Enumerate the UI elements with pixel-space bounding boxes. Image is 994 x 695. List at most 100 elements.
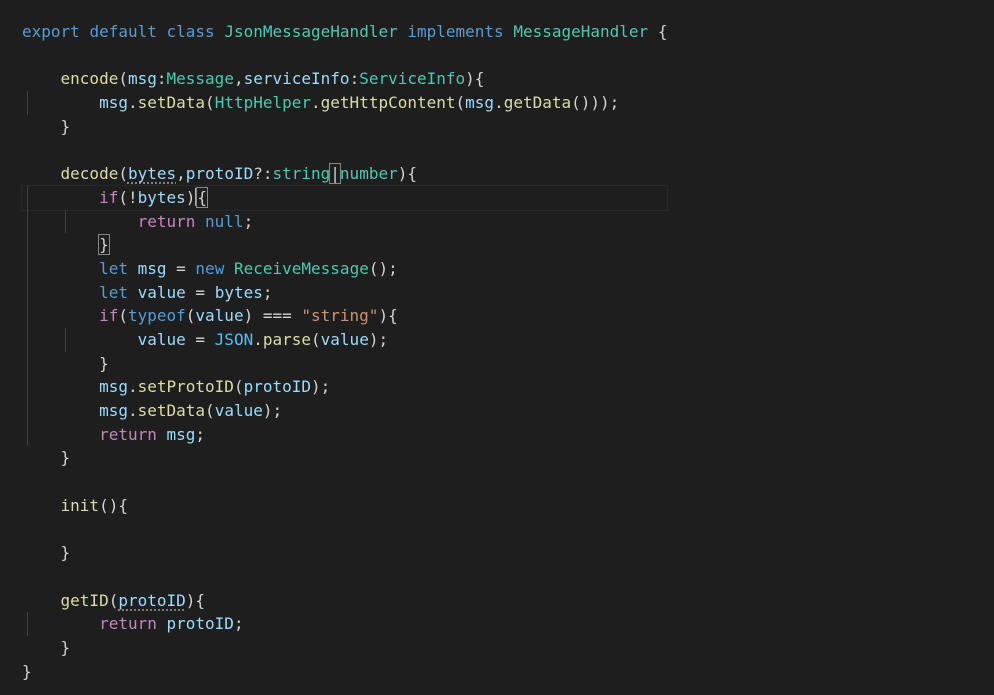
code-line[interactable]: encode(msg:Message,serviceInfo:ServiceIn…: [22, 67, 667, 91]
code-token: ReceiveMessage: [233, 258, 369, 278]
code-token: typeof: [127, 306, 186, 326]
code-token: setData: [137, 93, 206, 113]
code-line[interactable]: return null;: [22, 209, 667, 234]
code-line[interactable]: decode(bytes,protoID?:string|number){: [22, 162, 667, 186]
code-line[interactable]: ​: [22, 138, 667, 162]
code-token: (: [205, 401, 215, 420]
code-token: ();: [368, 258, 398, 278]
code-line[interactable]: }: [22, 351, 667, 376]
code-line[interactable]: export default class JsonMessageHandler …: [22, 20, 667, 44]
code-token: JsonMessageHandler: [224, 22, 398, 41]
code-token: }: [22, 353, 109, 373]
code-token: decode: [60, 164, 119, 184]
code-line[interactable]: if(!bytes){: [20, 184, 669, 211]
code-token: Message: [166, 69, 234, 89]
code-token: getID: [60, 590, 109, 610]
code-area[interactable]: export default class JsonMessageHandler …: [20, 20, 669, 684]
indent-guide: [26, 256, 28, 281]
code-token: =: [185, 329, 215, 349]
code-token: class: [166, 22, 215, 41]
indent-guide: [26, 327, 28, 352]
code-token: encode: [60, 69, 119, 89]
indent-guide: [26, 375, 28, 399]
code-line[interactable]: }: [22, 446, 667, 470]
code-token: .: [494, 93, 504, 113]
code-token: (: [118, 69, 128, 89]
code-token: setData: [137, 401, 206, 420]
code-line[interactable]: ​: [22, 517, 667, 541]
code-line[interactable]: if(typeof(value) === "string"){: [22, 304, 667, 328]
code-line[interactable]: }: [22, 660, 667, 684]
code-token: ;: [195, 424, 206, 444]
code-token: );: [368, 329, 389, 349]
code-token: .: [127, 401, 138, 420]
code-line[interactable]: return protoID;: [22, 612, 667, 636]
code-token: msg: [99, 377, 128, 397]
code-line[interactable]: let msg = new ReceiveMessage();: [22, 256, 667, 281]
code-token: HttpHelper: [214, 93, 312, 113]
indent-guide: [65, 327, 67, 352]
code-line[interactable]: let value = bytes;: [22, 280, 667, 305]
indent-guide: [26, 280, 28, 305]
code-token: ServiceInfo: [359, 69, 466, 89]
code-token: return: [137, 211, 196, 231]
code-line[interactable]: }: [22, 115, 667, 139]
code-token: ){: [465, 69, 485, 89]
code-token: return: [99, 424, 157, 444]
code-token: let: [99, 258, 128, 278]
code-line[interactable]: init(){: [22, 494, 667, 518]
code-line[interactable]: msg.setData(value);: [22, 399, 667, 423]
code-token: ) ===: [243, 306, 302, 326]
code-line[interactable]: }: [22, 636, 667, 660]
code-token: serviceInfo: [243, 69, 350, 89]
code-token: if: [99, 187, 119, 207]
code-token: let: [99, 282, 128, 302]
code-token: getHttpContent: [320, 93, 456, 113]
code-token: ,: [233, 69, 244, 89]
code-token: ){: [378, 306, 398, 326]
code-token: }: [22, 661, 32, 681]
code-token: parse: [262, 329, 312, 349]
code-token: (!: [118, 187, 138, 207]
code-line[interactable]: getID(protoID){: [22, 589, 667, 613]
code-editor[interactable]: export default class JsonMessageHandler …: [0, 0, 994, 695]
code-token: setProtoID: [137, 377, 234, 397]
code-token: (: [118, 306, 128, 326]
code-line[interactable]: ​: [22, 565, 667, 589]
code-line[interactable]: return msg;: [22, 422, 667, 447]
code-line[interactable]: msg.setData(HttpHelper.getHttpContent(ms…: [22, 91, 667, 115]
code-token: protoID: [185, 164, 254, 184]
code-token: new: [195, 258, 225, 278]
code-token: msg: [137, 258, 167, 278]
code-line[interactable]: msg.setProtoID(protoID);: [22, 375, 667, 399]
code-line[interactable]: }: [22, 541, 667, 565]
code-token: |: [329, 163, 341, 185]
code-line[interactable]: }: [22, 233, 667, 257]
indent-guide: [65, 209, 67, 234]
code-token: .: [253, 329, 263, 349]
code-token: (: [311, 329, 321, 349]
code-line[interactable]: value = JSON.parse(value);: [22, 327, 667, 352]
code-line[interactable]: ​: [22, 44, 667, 68]
code-token: .: [127, 377, 138, 397]
code-line[interactable]: ​: [22, 470, 667, 494]
code-token: ){: [397, 164, 417, 184]
code-token: default: [89, 22, 157, 41]
indent-guide: [26, 209, 28, 234]
code-token: );: [262, 401, 283, 420]
